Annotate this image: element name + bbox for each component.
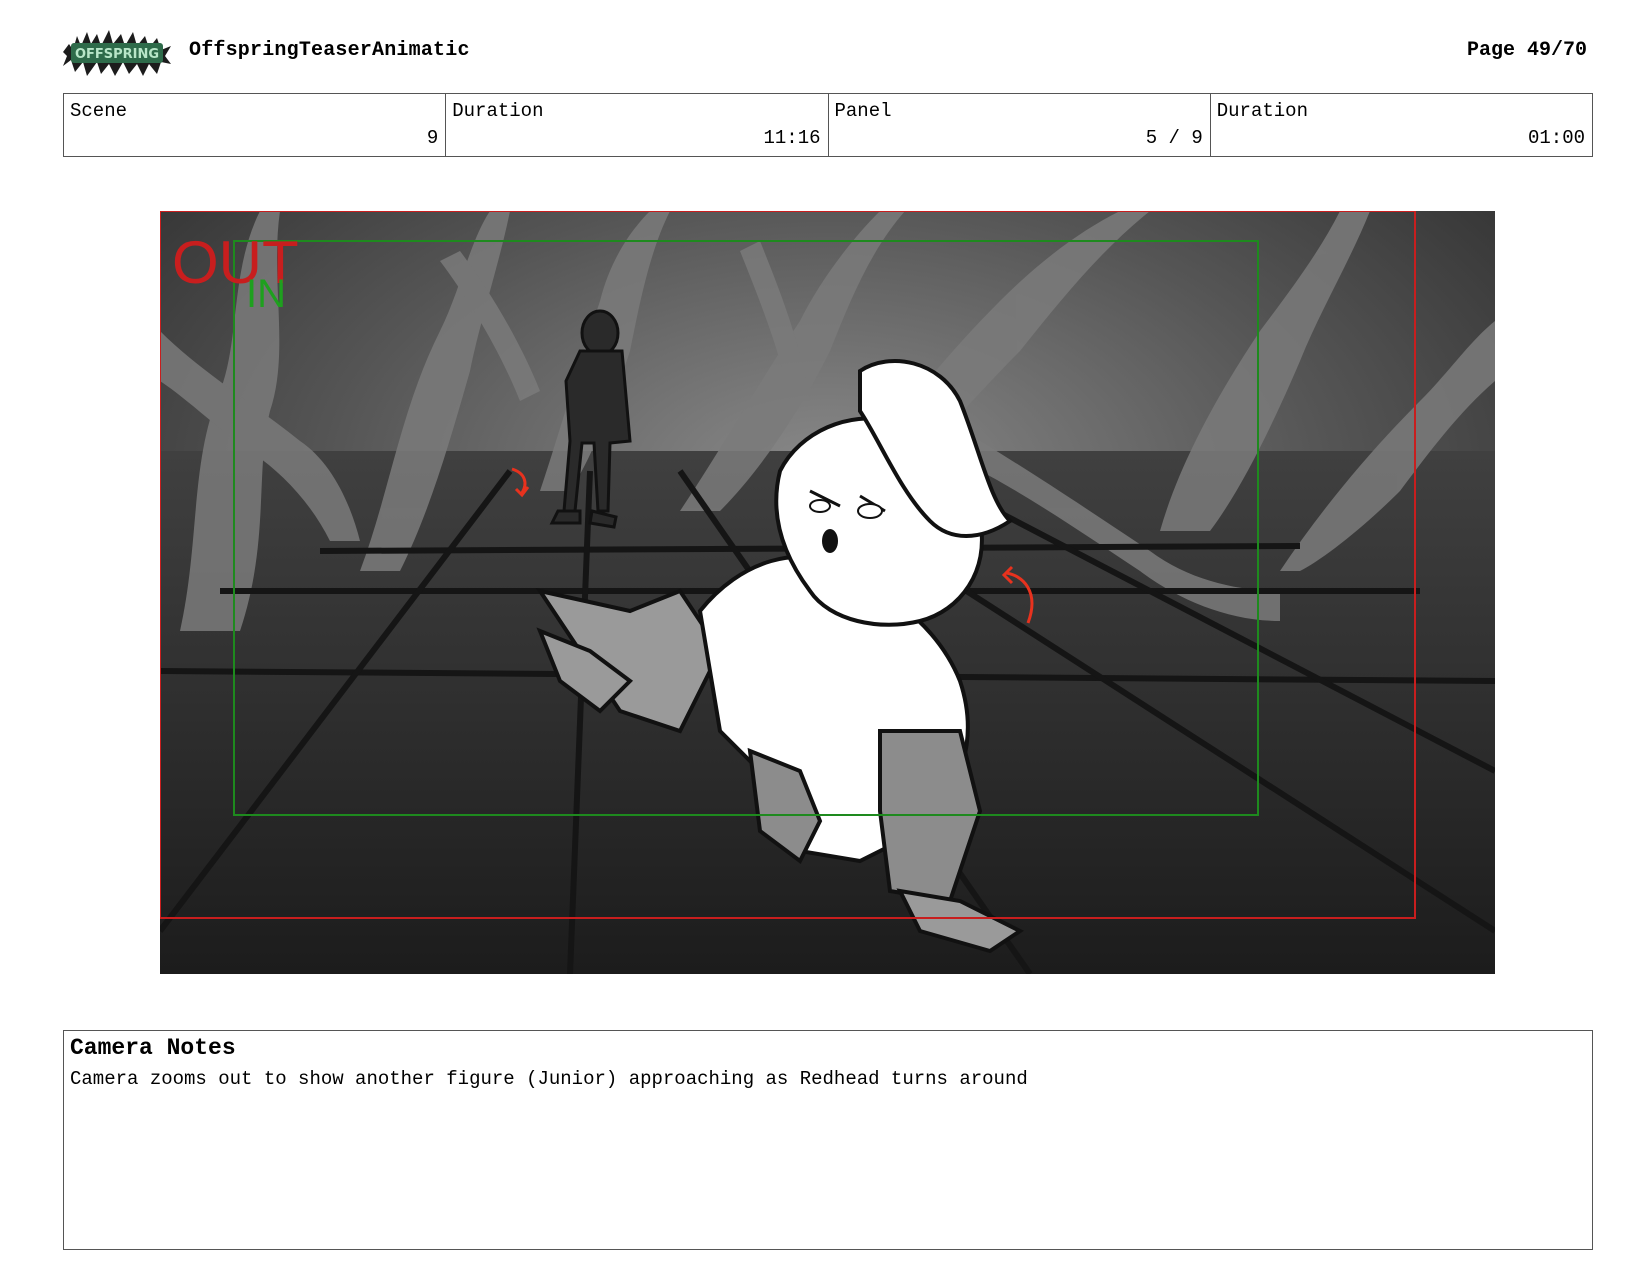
project-logo: OFFSPRING [63, 30, 171, 76]
panel-duration-cell: Duration 01:00 [1211, 94, 1592, 156]
panel-value: 5 / 9 [1145, 127, 1203, 149]
in-marker: IN [246, 272, 286, 316]
camera-notes-text: Camera zooms out to show another figure … [70, 1068, 1028, 1090]
scene-label: Scene [70, 100, 128, 122]
panel-duration-value: 01:00 [1527, 127, 1585, 149]
page-number: Page 49/70 [1466, 39, 1587, 62]
scene-value: 9 [426, 127, 439, 149]
scene-duration-label: Duration [452, 100, 544, 122]
scene-cell: Scene 9 [64, 94, 447, 156]
storyboard-panel: OUT IN [160, 211, 1495, 974]
camera-notes-box: Camera Notes Camera zooms out to show an… [63, 1030, 1593, 1250]
panel-info-table: Scene 9 Duration 11:16 Panel 5 / 9 Durat… [63, 93, 1593, 157]
panel-cell: Panel 5 / 9 [829, 94, 1211, 156]
camera-notes-title: Camera Notes [70, 1035, 236, 1061]
panel-label: Panel [834, 100, 892, 122]
scene-duration-cell: Duration 11:16 [446, 94, 829, 156]
logo-wordmark: OFFSPRING [75, 47, 159, 62]
project-title: OffspringTeaserAnimatic [189, 39, 470, 62]
panel-duration-label: Duration [1216, 100, 1308, 122]
scene-duration-value: 11:16 [763, 127, 821, 149]
